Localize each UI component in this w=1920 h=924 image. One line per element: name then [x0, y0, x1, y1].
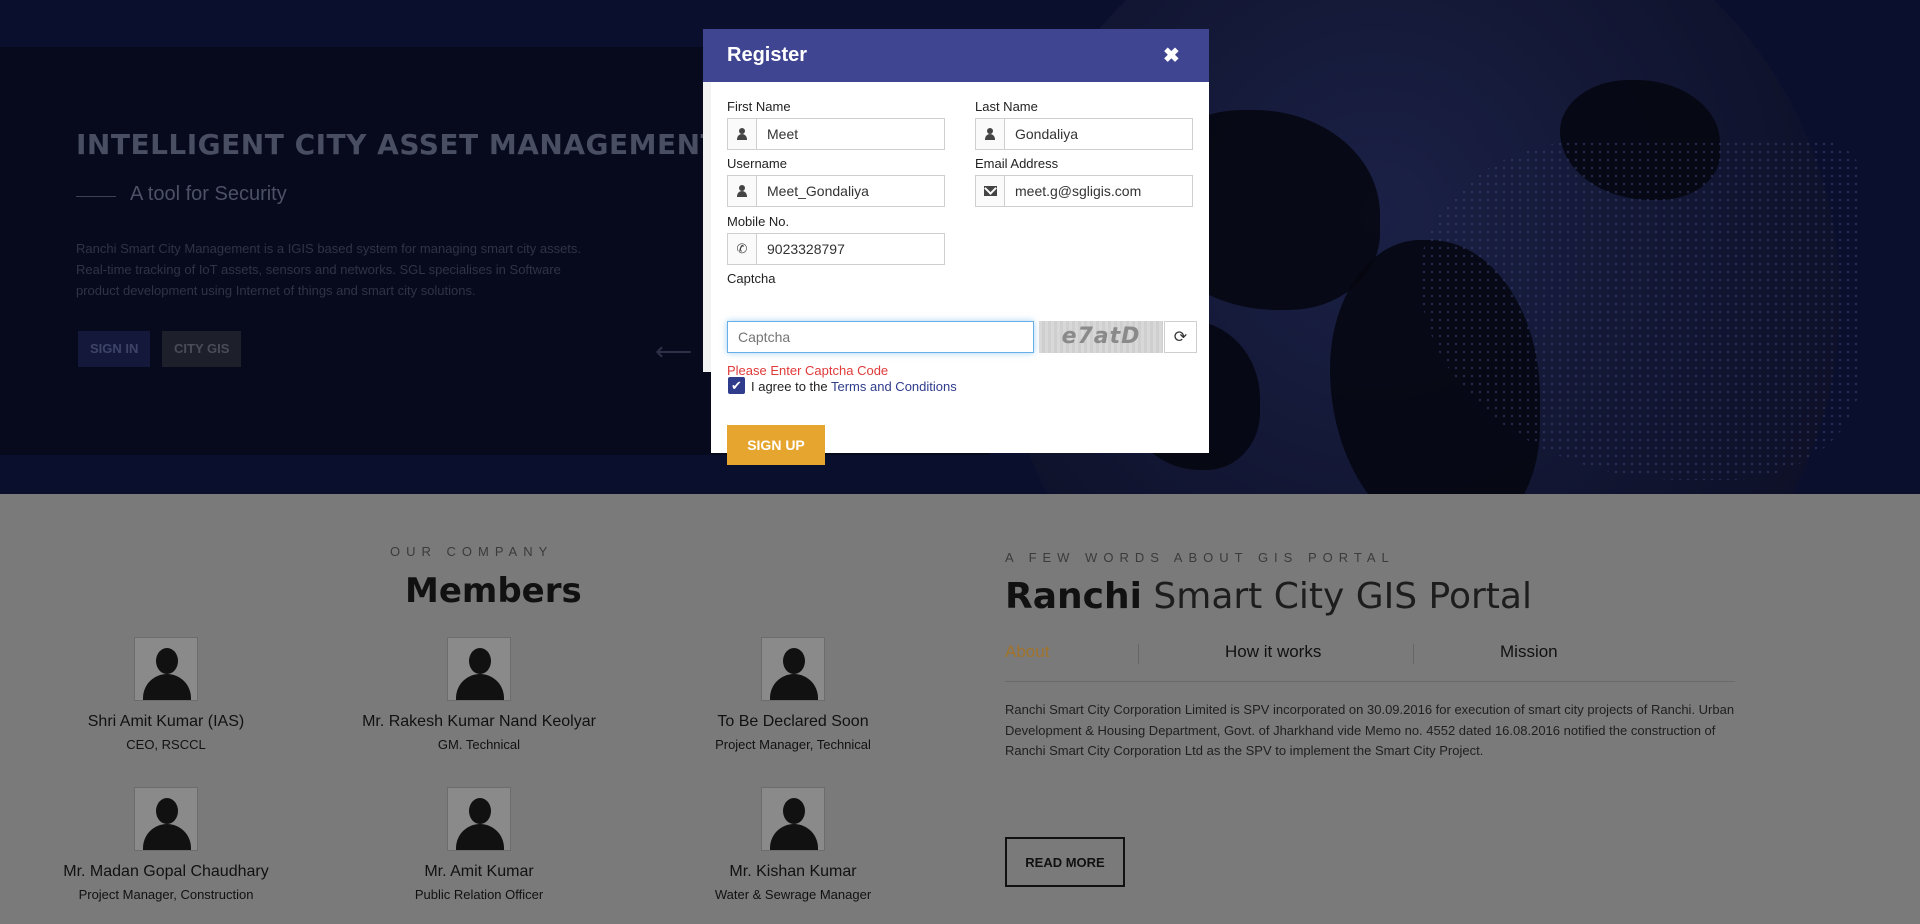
register-form: First Name Last Name Username Email Addr…	[711, 82, 1209, 465]
first-name-group	[727, 118, 945, 150]
member-role: CEO, RSCCL	[126, 737, 206, 752]
member-name: Mr. Rakesh Kumar Nand Keolyar	[362, 713, 596, 730]
hero-description: Ranchi Smart City Management is a IGIS b…	[76, 241, 582, 298]
lower-section: OUR COMPANY Members Shri Amit Kumar (IAS…	[0, 494, 1920, 924]
tab-mission[interactable]: Mission	[1500, 642, 1558, 662]
modal-title: Register	[727, 44, 808, 66]
email-field[interactable]	[1005, 176, 1192, 206]
captcha-label: Captcha	[727, 271, 776, 286]
member-name: To Be Declared Soon	[717, 713, 869, 730]
portal-kicker: A FEW WORDS ABOUT GIS PORTAL	[1005, 550, 1395, 565]
avatar	[761, 787, 825, 851]
email-group	[975, 175, 1193, 207]
member-role: Water & Sewrage Manager	[714, 887, 872, 902]
avatar	[134, 637, 198, 701]
hero-title: INTELLIGENT CITY ASSET MANAGEMENT	[76, 128, 721, 161]
user-icon	[728, 119, 757, 149]
captcha-input[interactable]	[727, 321, 1034, 353]
last-name-label: Last Name	[975, 99, 1038, 114]
portal-title-rest: Smart City GIS Portal	[1141, 576, 1532, 617]
member-name: Mr. Kishan Kumar	[729, 863, 857, 880]
sign-in-button[interactable]: SIGN IN	[78, 331, 151, 367]
terms-link[interactable]: Terms and Conditions	[831, 379, 957, 394]
members-title: Members	[405, 571, 582, 611]
member-role: Project Manager, Construction	[78, 887, 254, 902]
terms-checkbox[interactable]: ✔	[728, 377, 745, 394]
member-card: Mr. Madan Gopal Chaudhary Project Manage…	[11, 787, 321, 902]
captcha-image: e7atD	[1039, 321, 1163, 353]
avatar	[761, 637, 825, 701]
refresh-icon[interactable]: ⟳	[1164, 321, 1197, 353]
member-name: Mr. Madan Gopal Chaudhary	[63, 863, 269, 880]
company-kicker: OUR COMPANY	[390, 544, 554, 559]
member-card: Mr. Rakesh Kumar Nand Keolyar GM. Techni…	[324, 637, 634, 752]
member-role: Public Relation Officer	[414, 887, 544, 902]
portal-tabs: About How it works Mission	[1005, 642, 1735, 682]
first-name-label: First Name	[727, 99, 791, 114]
close-icon[interactable]: ✖	[1163, 43, 1180, 68]
hero-subtitle: A tool for Security	[130, 183, 287, 205]
member-card: Mr. Amit Kumar Public Relation Officer	[324, 787, 634, 902]
member-card: To Be Declared Soon Project Manager, Tec…	[638, 637, 948, 752]
portal-title-bold: Ranchi	[1005, 576, 1142, 617]
avatar	[134, 787, 198, 851]
envelope-icon	[976, 176, 1005, 206]
modal-header: Register ✖	[703, 29, 1209, 82]
username-group	[727, 175, 945, 207]
member-role: Project Manager, Technical	[715, 737, 871, 752]
arrow-left-icon[interactable]: ⟵	[655, 336, 692, 367]
captcha-error: Please Enter Captcha Code	[727, 363, 889, 378]
portal-title: Ranchi Smart City GIS Portal	[1005, 576, 1532, 617]
avatar	[447, 637, 511, 701]
member-card: Mr. Kishan Kumar Water & Sewrage Manager	[638, 787, 948, 902]
sign-up-button[interactable]: SIGN UP	[727, 425, 825, 465]
tab-about[interactable]: About	[1005, 642, 1049, 662]
member-card: Shri Amit Kumar (IAS) CEO, RSCCL	[11, 637, 321, 752]
mobile-input[interactable]	[757, 234, 944, 264]
user-icon	[728, 176, 757, 206]
avatar	[447, 787, 511, 851]
email-label: Email Address	[975, 156, 1059, 171]
first-name-input[interactable]	[757, 119, 944, 149]
user-icon	[976, 119, 1005, 149]
phone-icon: ✆	[728, 234, 757, 264]
member-name: Mr. Amit Kumar	[424, 863, 534, 880]
hero-divider	[76, 196, 116, 197]
username-label: Username	[727, 156, 787, 171]
mobile-label: Mobile No.	[727, 214, 790, 229]
member-role: GM. Technical	[437, 737, 521, 752]
register-modal: Register ✖ First Name Last Name Username…	[703, 29, 1209, 465]
terms-prefix: I agree to the	[751, 379, 831, 394]
member-name: Shri Amit Kumar (IAS)	[87, 713, 245, 730]
read-more-button[interactable]: READ MORE	[1005, 837, 1125, 887]
terms-text: I agree to the Terms and Conditions	[751, 379, 957, 394]
mobile-group: ✆	[727, 233, 945, 265]
tab-how-it-works[interactable]: How it works	[1225, 642, 1321, 662]
city-gis-button[interactable]: CITY GIS	[162, 331, 242, 367]
tab-divider	[1413, 644, 1414, 664]
tab-divider	[1138, 644, 1139, 664]
last-name-group	[975, 118, 1193, 150]
about-text: Ranchi Smart City Corporation Limited is…	[1005, 702, 1735, 758]
last-name-input[interactable]	[1005, 119, 1192, 149]
username-input[interactable]	[757, 176, 944, 206]
